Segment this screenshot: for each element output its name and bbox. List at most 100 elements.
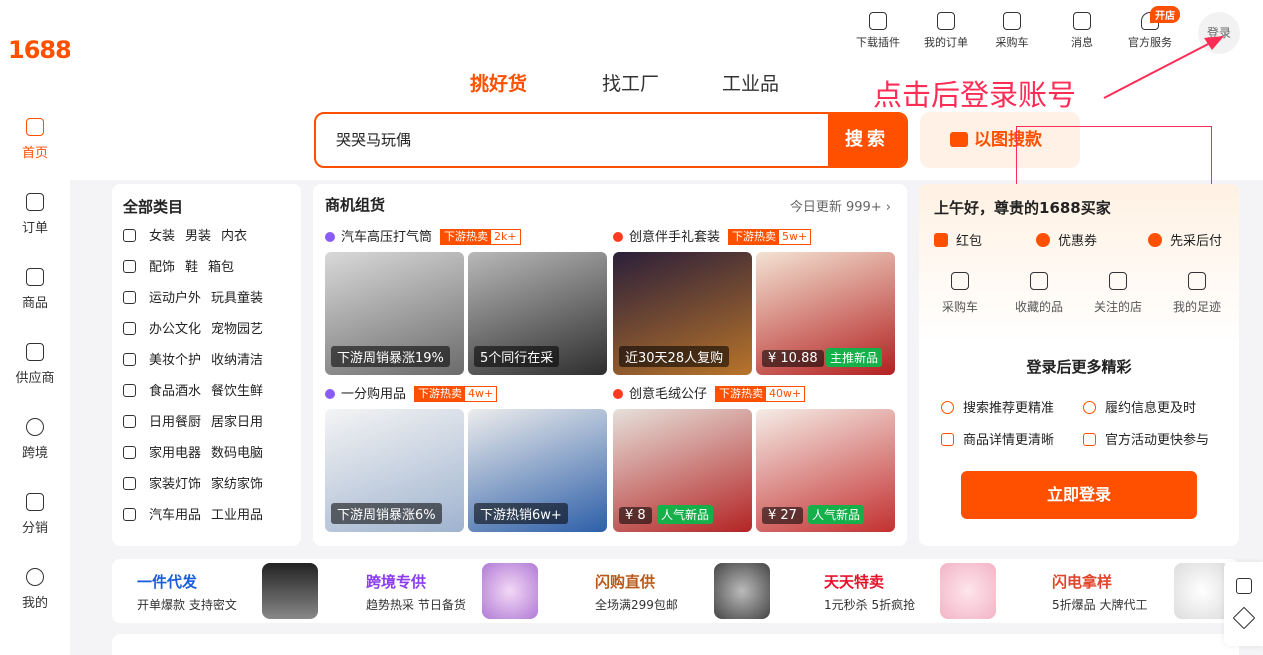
category-link[interactable]: 工业用品	[211, 508, 263, 523]
logo[interactable]: 1688	[8, 36, 72, 64]
rail-label: 跨境	[21, 446, 48, 461]
category-link[interactable]: 内衣	[221, 229, 247, 244]
category-link[interactable]: 数码电脑	[211, 446, 263, 461]
login-now-button[interactable]: 立即登录	[961, 471, 1197, 519]
group-title: 创意毛绒公仔	[629, 387, 708, 402]
category-link[interactable]: 餐饮生鲜	[211, 384, 263, 399]
category-link[interactable]: 玩具童装	[211, 291, 263, 306]
category-link[interactable]: 男装	[185, 229, 211, 244]
promo-thumb[interactable]	[940, 563, 996, 619]
product-caption: ¥ 8	[619, 507, 652, 524]
shop-icon	[1109, 272, 1127, 290]
tab-pick-goods[interactable]: 挑好货	[470, 69, 527, 96]
hot-count: 40w+	[769, 387, 802, 400]
product-card[interactable]: 下游热销6w+	[468, 409, 607, 532]
category-link[interactable]: 家用电器	[149, 446, 201, 461]
red-packet-icon	[934, 233, 948, 247]
promo-thumb[interactable]	[714, 563, 770, 619]
quick-link-favorites[interactable]: 收藏的品	[1003, 272, 1075, 315]
promo-crossborder[interactable]: 跨境专供 趋势热采 节日备货	[366, 571, 466, 613]
product-card[interactable]: ¥ 10.88 主推新品	[756, 252, 895, 375]
category-link[interactable]: 运动户外	[149, 291, 201, 306]
category-link[interactable]: 美妆个护	[149, 353, 201, 368]
promo-flash-direct[interactable]: 闪购直供 全场满299包邮	[595, 571, 678, 613]
more-after-login-title: 登录后更多精彩	[1026, 358, 1132, 376]
product-caption: ¥ 27	[762, 507, 803, 524]
more-updates-link[interactable]: 今日更新 999+ ›	[790, 196, 891, 215]
pay-later-icon	[1148, 233, 1162, 247]
promo-fast-sample[interactable]: 闪电拿样 5折爆品 大牌代工	[1052, 571, 1147, 613]
rail-item-distribution[interactable]: 分销	[0, 493, 70, 536]
rail-item-home[interactable]: 首页	[0, 118, 70, 161]
product-card[interactable]: 近30天28人复购	[613, 252, 752, 375]
rail-label: 商品	[21, 296, 48, 311]
perk-label: 红包	[956, 234, 983, 249]
category-link[interactable]: 办公文化	[149, 322, 201, 337]
cart-button[interactable]: 采购车	[980, 12, 1044, 50]
rail-item-suppliers[interactable]: 供应商	[0, 343, 70, 386]
quick-link-footprints[interactable]: 我的足迹	[1161, 272, 1233, 315]
shirt-icon	[123, 229, 136, 242]
category-link[interactable]: 女装	[149, 229, 175, 244]
category-link[interactable]: 宠物园艺	[211, 322, 263, 337]
pen-icon[interactable]	[1232, 606, 1255, 630]
promo-title: 闪电拿样	[1052, 573, 1113, 591]
perk-red-packet[interactable]: 红包	[934, 230, 982, 249]
bulb-icon	[123, 477, 136, 490]
promo-title: 闪购直供	[595, 573, 656, 591]
rail-item-mine[interactable]: 我的	[0, 568, 70, 611]
search-box: 搜索	[314, 112, 908, 168]
quick-link-label: 采购车	[941, 300, 978, 314]
promo-thumb[interactable]	[1174, 563, 1230, 619]
car-icon	[123, 508, 136, 521]
my-orders-button[interactable]: 我的订单	[914, 12, 978, 50]
promo-daily-sale[interactable]: 天天特卖 1元秒杀 5折疯抢	[824, 571, 915, 613]
group-gift-set[interactable]: 创意伴手礼套装 下游热卖 5w+	[613, 228, 896, 248]
product-card[interactable]: 下游周销暴涨19%	[325, 252, 464, 375]
product-card[interactable]: ¥ 8 人气新品	[613, 409, 752, 532]
open-shop-badge[interactable]: 开店	[1150, 6, 1180, 23]
rail-label: 分销	[21, 521, 48, 536]
promo-subtitle: 1元秒杀 5折疯抢	[824, 598, 916, 612]
search-input[interactable]	[336, 114, 816, 166]
quick-link-followed-shops[interactable]: 关注的店	[1082, 272, 1154, 315]
product-card[interactable]: ¥ 27 人气新品	[756, 409, 895, 532]
category-link[interactable]: 居家日用	[211, 415, 263, 430]
group-car-pump[interactable]: 汽车高压打气筒 下游热卖 2k+	[325, 228, 608, 248]
category-link[interactable]: 汽车用品	[149, 508, 201, 523]
category-link[interactable]: 收纳清洁	[211, 353, 263, 368]
download-plugin-button[interactable]: 下载插件	[846, 12, 910, 50]
category-list: 女装 男装 内衣配饰鞋箱包运动户外 玩具童装办公文化 宠物园艺美妆个护 收纳清洁食品酒水餐…	[123, 221, 301, 531]
promo-dropship[interactable]: 一件代发 开单爆款 支持密文	[137, 571, 237, 613]
perk-buy-now-pay-later[interactable]: 先采后付	[1148, 230, 1222, 249]
promo-thumb[interactable]	[262, 563, 318, 619]
promo-subtitle: 5折爆品 大牌代工	[1052, 598, 1148, 612]
search-icon	[941, 401, 954, 414]
document-icon[interactable]	[1235, 578, 1252, 594]
promo-thumb[interactable]	[482, 563, 538, 619]
feature-label: 履约信息更及时	[1105, 401, 1197, 416]
search-button[interactable]: 搜索	[828, 114, 906, 166]
rail-item-products[interactable]: 商品	[0, 268, 70, 311]
quick-link-cart[interactable]: 采购车	[924, 272, 996, 315]
category-link[interactable]: 箱包	[208, 260, 234, 275]
category-link[interactable]: 家纺家饰	[211, 477, 263, 492]
category-link[interactable]: 家装灯饰	[149, 477, 201, 492]
product-card[interactable]: 下游周销暴涨6%	[325, 409, 464, 532]
perk-coupon[interactable]: 优惠券	[1036, 230, 1097, 249]
group-one-cent[interactable]: 一分购用品 下游热卖 4w+	[325, 385, 608, 405]
category-link[interactable]: 鞋	[185, 260, 198, 275]
product-card[interactable]: 5个同行在采	[468, 252, 607, 375]
category-link[interactable]: 日用餐厨	[149, 415, 201, 430]
check-square-icon	[1083, 433, 1096, 446]
category-link[interactable]: 配饰	[149, 260, 175, 275]
group-title: 一分购用品	[341, 387, 407, 402]
tab-find-factory[interactable]: 找工厂	[602, 69, 659, 96]
rail-item-orders[interactable]: 订单	[0, 193, 70, 236]
category-link[interactable]: 食品酒水	[149, 384, 201, 399]
group-plush-toy[interactable]: 创意毛绒公仔 下游热卖 40w+	[613, 385, 896, 405]
rail-item-crossborder[interactable]: 跨境	[0, 418, 70, 461]
topbar-label: 我的订单	[924, 36, 968, 49]
tab-industrial[interactable]: 工业品	[722, 69, 779, 96]
top-bar: 下载插件 我的订单 采购车 消息 官方服务 开店 登录	[70, 0, 1263, 62]
